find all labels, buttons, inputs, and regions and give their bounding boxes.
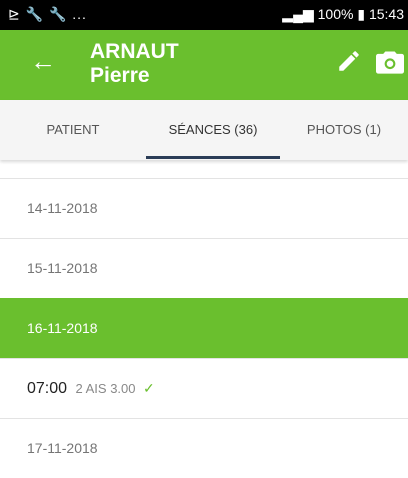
tab-patient[interactable]: PATIENT [0, 100, 146, 160]
battery-percent: 100% [317, 6, 354, 22]
date-row[interactable]: 15-11-2018 [0, 238, 408, 298]
battery-icon: ▮ [357, 6, 366, 22]
patient-last-name: ARNAUT [90, 40, 179, 63]
clock: 15:43 [368, 6, 404, 22]
check-icon: ✓ [142, 380, 155, 396]
date-row-selected[interactable]: 16-11-2018 [0, 298, 408, 358]
tab-seances[interactable]: SÉANCES (36) [146, 100, 280, 160]
session-list: 14-11-2018 15-11-2018 16-11-2018 07:00 2… [0, 178, 408, 478]
tab-photos[interactable]: PHOTOS (1) [280, 100, 408, 160]
patient-first-name: Pierre [90, 64, 150, 87]
date-row[interactable]: 17-11-2018 [0, 418, 408, 478]
patient-name: ARNAUT Pierre [90, 40, 179, 88]
notification-icons: ⊵ 🔧 🔧 ... [8, 6, 87, 22]
session-row[interactable]: 07:00 2 AIS 3.00 ✓ [0, 358, 408, 418]
session-detail: 2 AIS 3.00 [75, 381, 136, 396]
status-bar: ⊵ 🔧 🔧 ... ▂▄▆ 100% ▮ 15:43 [0, 0, 408, 30]
signal-icon: ▂▄▆ [282, 6, 314, 22]
pencil-icon[interactable] [336, 48, 362, 74]
camera-icon[interactable] [376, 50, 404, 74]
app-bar: ← ARNAUT Pierre [0, 30, 408, 100]
tab-bar: PATIENT SÉANCES (36) PHOTOS (1) [0, 100, 408, 160]
arrow-back-icon[interactable]: ← [30, 46, 56, 77]
status-indicators: ▂▄▆ 100% ▮ 15:43 [282, 6, 404, 23]
active-tab-indicator [146, 156, 280, 159]
date-row[interactable]: 14-11-2018 [0, 178, 408, 238]
session-time: 07:00 [27, 380, 68, 397]
